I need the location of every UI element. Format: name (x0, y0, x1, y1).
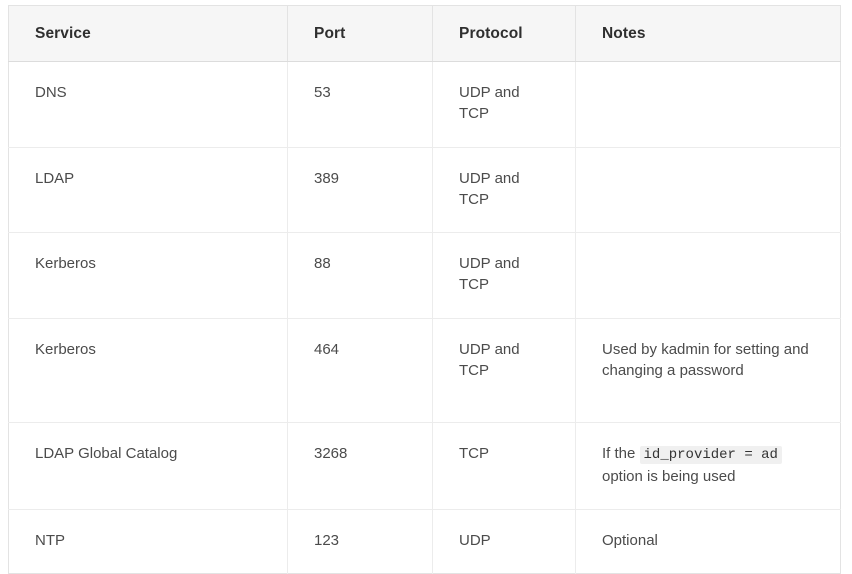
table-row: LDAP Global Catalog 3268 TCP If the id_p… (8, 422, 841, 510)
column-header-notes: Notes (575, 5, 841, 62)
cell-protocol: UDP and TCP (432, 318, 576, 423)
cell-protocol: UDP and TCP (432, 232, 576, 319)
table-body: DNS 53 UDP and TCP LDAP 389 UDP and TCP (8, 61, 841, 574)
cell-notes (575, 61, 841, 148)
protocol-line: TCP (459, 276, 489, 294)
inline-code-id-provider: id_provider = ad (639, 445, 782, 464)
protocol-line: UDP (459, 531, 491, 549)
column-header-port: Port (287, 5, 433, 62)
cell-port: 53 (287, 61, 433, 148)
table-row: DNS 53 UDP and TCP (8, 61, 841, 148)
cell-protocol: TCP (432, 422, 576, 510)
table-row: Kerberos 464 UDP and TCP Used by kadmin … (8, 318, 841, 423)
cell-service: NTP (8, 509, 288, 574)
protocol-line: UDP and (459, 84, 520, 101)
cell-service: LDAP Global Catalog (8, 422, 288, 510)
protocol-line: UDP and (459, 169, 520, 187)
cell-notes: Optional (602, 531, 658, 549)
cell-service: Kerberos (8, 232, 288, 319)
table-header: Service Port Protocol Notes (8, 5, 841, 62)
cell-port: 123 (287, 509, 433, 574)
protocol-line: TCP (459, 105, 489, 123)
ports-table-container: Service Port Protocol Notes DNS 53 UDP a… (8, 5, 841, 574)
cell-notes: If the id_provider = ad option is being … (575, 422, 841, 510)
service-ports-table: Service Port Protocol Notes DNS 53 UDP a… (8, 5, 841, 574)
protocol-line: TCP (459, 362, 489, 380)
protocol-line: TCP (459, 444, 489, 462)
cell-notes (575, 147, 841, 234)
cell-notes (575, 232, 841, 319)
column-header-service: Service (8, 5, 288, 62)
protocol-line: UDP and (459, 255, 520, 273)
cell-port: 464 (287, 318, 433, 423)
cell-notes: Used by kadmin for setting and changing … (575, 318, 841, 423)
cell-protocol: UDP (432, 509, 576, 574)
cell-protocol: UDP and TCP (432, 147, 576, 234)
protocol-line: UDP and (459, 340, 520, 358)
page-root: Service Port Protocol Notes DNS 53 UDP a… (0, 0, 852, 574)
table-row: Kerberos 88 UDP and TCP (8, 232, 841, 319)
cell-service: Kerberos (8, 318, 288, 423)
cell-service: LDAP (8, 147, 288, 234)
cell-service: DNS (8, 61, 288, 148)
table-row: NTP 123 UDP Optional (8, 509, 841, 574)
notes-prefix: If the (602, 444, 640, 462)
protocol-line: TCP (459, 190, 489, 208)
cell-protocol: UDP and TCP (432, 61, 576, 148)
cell-port: 88 (287, 232, 433, 319)
cell-port: 389 (287, 147, 433, 234)
table-row: LDAP 389 UDP and TCP (8, 147, 841, 234)
notes-suffix: option is being used (602, 467, 736, 485)
cell-port: 3268 (287, 422, 433, 510)
column-header-protocol: Protocol (432, 5, 576, 62)
table-header-row: Service Port Protocol Notes (8, 5, 841, 62)
